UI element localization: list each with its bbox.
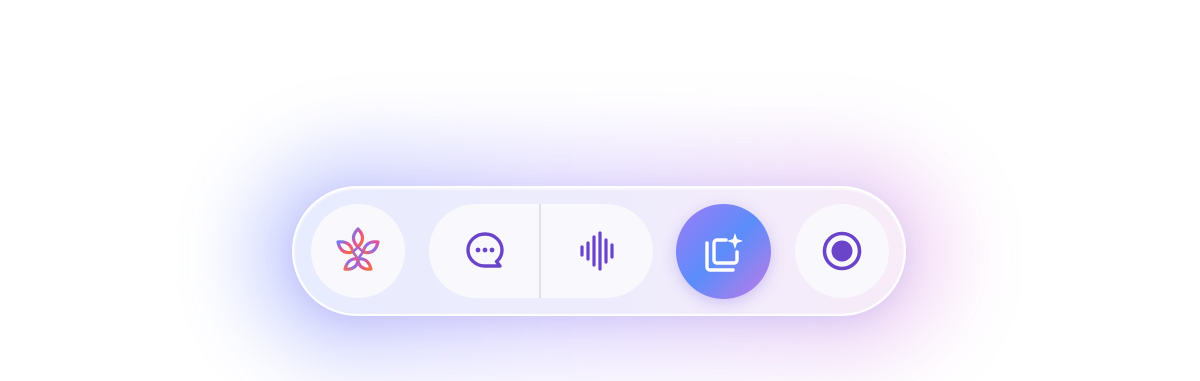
knot-logo-icon [332,225,384,277]
record-button[interactable] [795,204,889,298]
chat-bubble-icon [464,230,506,272]
record-icon [821,230,863,272]
chat-button[interactable] [429,204,540,298]
voice-button[interactable] [542,204,653,298]
sparkle-copy-icon [702,230,746,274]
audio-waveform-icon [578,231,618,271]
ai-capture-button[interactable] [676,204,771,299]
pill-divider [539,204,541,298]
assistant-logo-button[interactable] [311,204,405,298]
stage [0,0,1200,381]
chat-voice-segmented-control [429,204,653,298]
